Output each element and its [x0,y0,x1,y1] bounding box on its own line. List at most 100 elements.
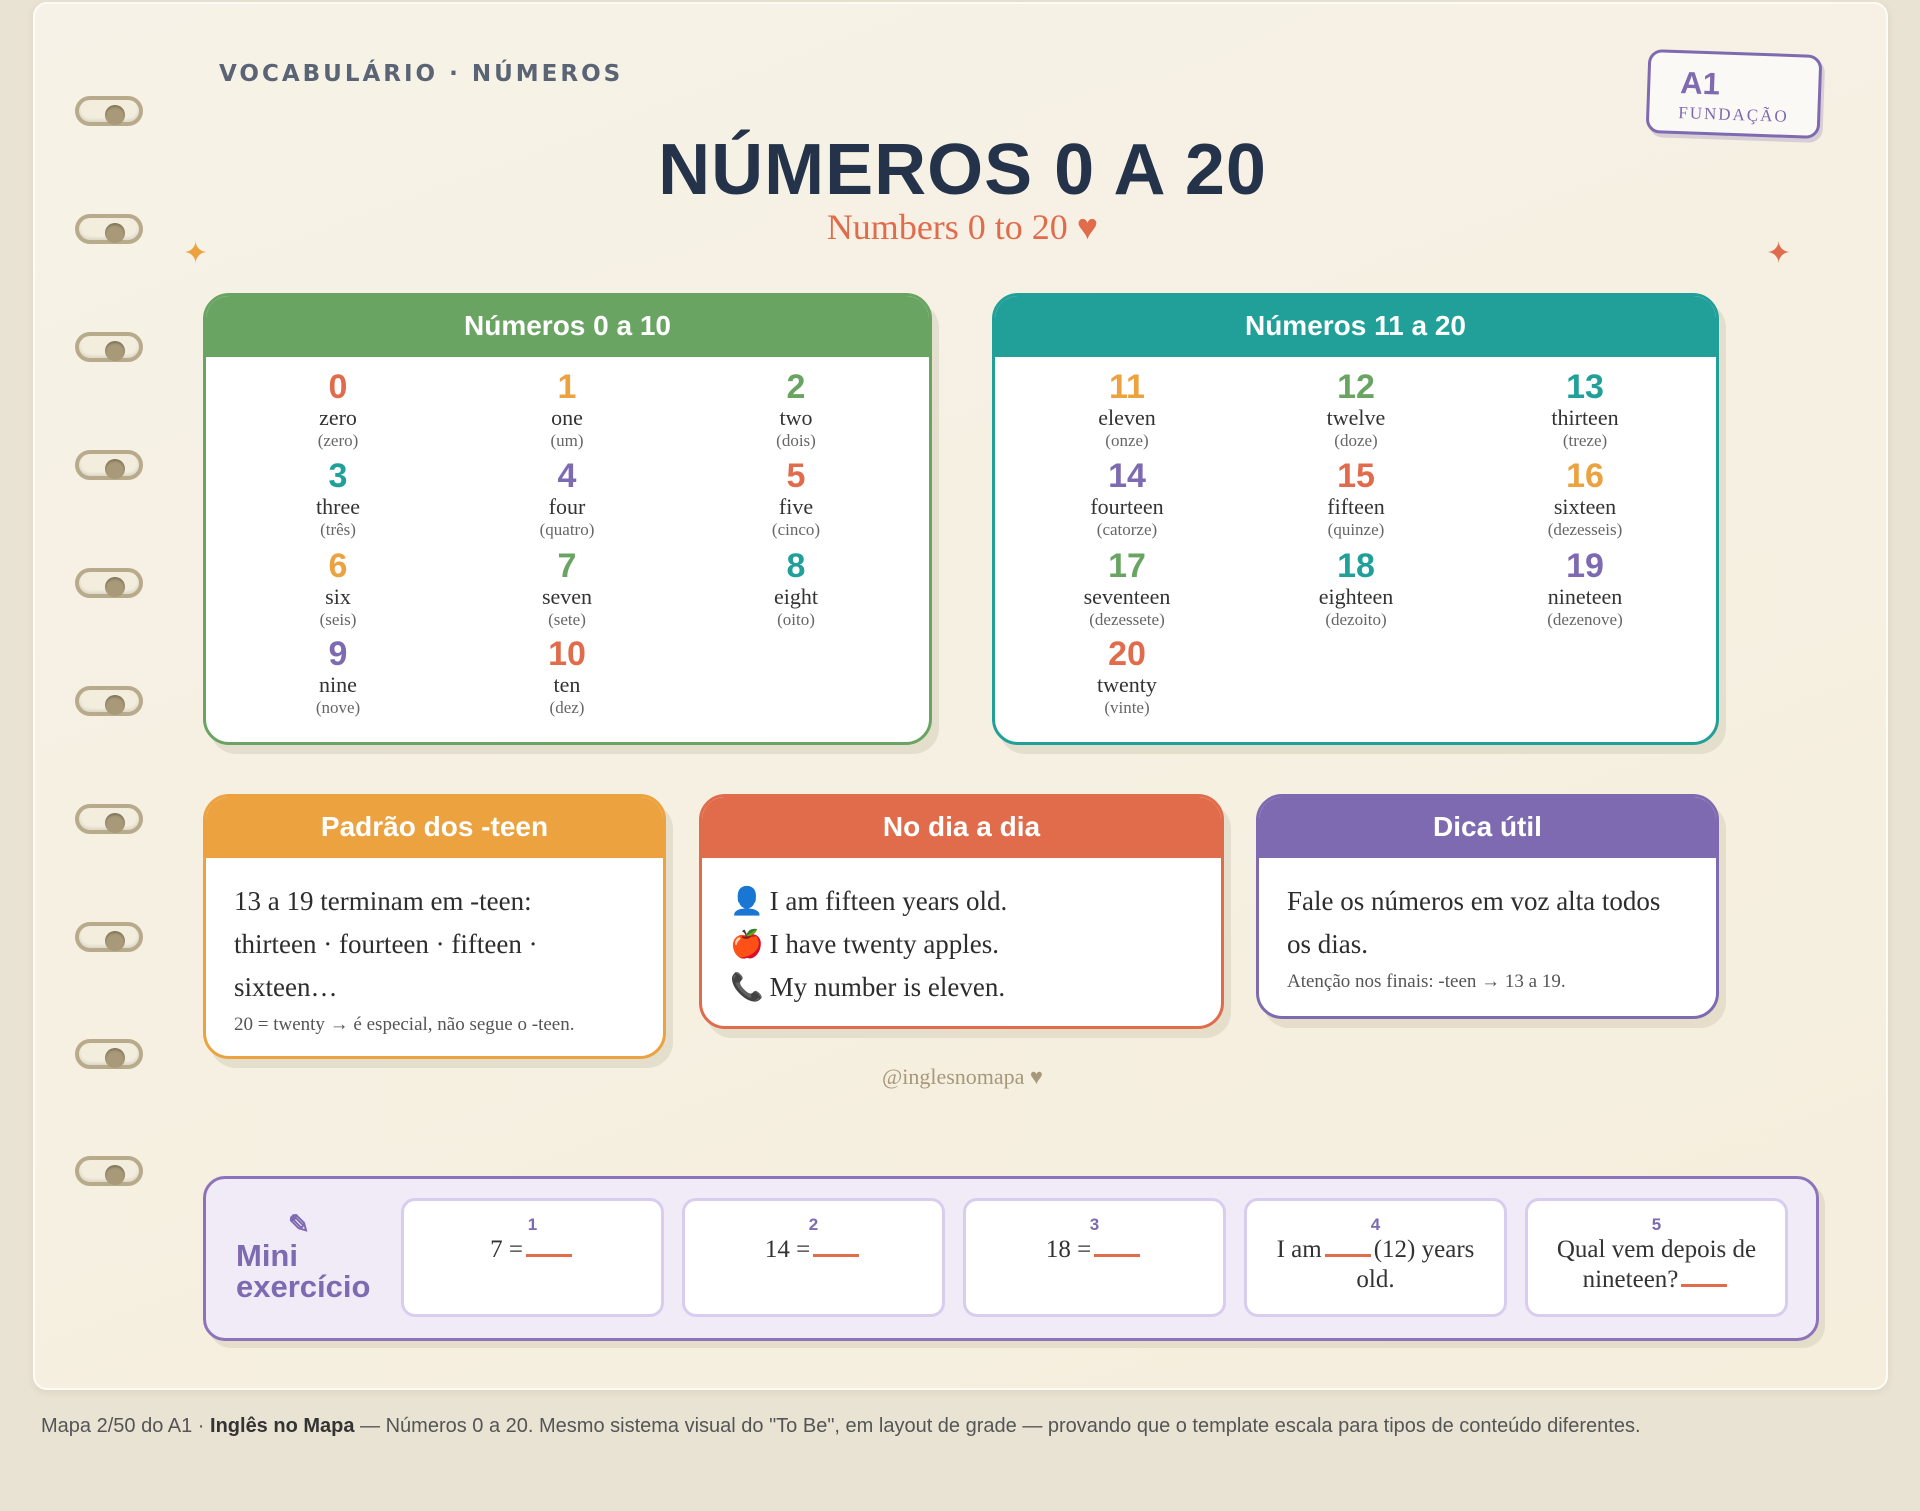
english-word: eight [774,584,818,609]
card-header: Números 0 a 10 [206,296,929,357]
english-word: fourteen [1090,494,1164,519]
number-digit: 8 [786,547,806,585]
pencil-icon: ✎ [288,1209,310,1239]
binder-ring [75,1156,143,1186]
number-digit: 20 [1108,635,1146,673]
exercise-question: 5 Qual vem depois de nineteen? [1525,1198,1788,1317]
number-cell: 19 nineteen (dezenove) [1485,548,1685,631]
number-digit: 4 [557,457,577,495]
card-text: Fale os números em voz alta todos [1287,886,1661,916]
english-word: six [325,584,351,609]
portuguese-translation: (dez) [549,698,585,717]
number-digit: 7 [557,547,577,585]
question-number: 2 [808,1215,819,1234]
portuguese-translation: (três) [320,520,356,539]
sentence-text: I have twenty apples. [769,929,1000,959]
number-cell: 1 one (um) [467,369,667,452]
number-digit: 10 [548,635,586,673]
level-name: FUNDAÇÃO [1677,103,1790,126]
question-prompt: 18 = [1045,1236,1092,1263]
ring-hole [105,931,125,951]
number-cell: 7 seven (sete) [467,548,667,631]
card-text: thirteen · fourteen · fifteen · [234,929,538,959]
binder-ring [75,922,143,952]
portuguese-translation: (treze) [1562,431,1608,450]
tip-card: Dica útil Fale os números em voz alta to… [1256,794,1719,1019]
teen-pattern-card: Padrão dos -teen 13 a 19 terminam em -te… [203,794,666,1059]
exercise-question: 4 I am (12) years old. [1244,1198,1507,1317]
question-text: 14 = [685,1235,942,1265]
exercise-label-line: exercício [236,1269,371,1304]
portuguese-translation: (nove) [315,698,361,717]
ring-hole [105,105,125,125]
english-word: nine [319,672,357,697]
level-badge: A1 FUNDAÇÃO [1645,48,1823,140]
numbers-0-10-card: Números 0 a 10 0 zero (zero) 1 one (um) 2 two (d… [203,293,932,745]
english-word: nineteen [1547,584,1623,609]
card-body: Fale os números em voz alta todos os dia… [1259,858,1716,996]
number-digit: 11 [1109,368,1145,406]
binder-ring [75,332,143,362]
question-text: 7 = [404,1235,661,1265]
number-digit: 13 [1566,368,1604,406]
answer-blank[interactable] [813,1254,860,1257]
answer-blank[interactable] [1094,1254,1141,1257]
answer-blank[interactable] [1324,1254,1371,1257]
page-caption: Mapa 2/50 do A1 · Inglês no Mapa — Númer… [41,1415,1641,1438]
portuguese-translation: (dois) [776,431,816,450]
caption-brand: Inglês no Mapa [210,1415,355,1437]
portuguese-translation: (onze) [1105,431,1149,450]
portuguese-translation: (sete) [548,610,586,629]
card-note: 20 = twenty → é especial, não segue o -t… [234,1014,575,1035]
sentence-text: I am fifteen years old. [769,886,1008,916]
card-header: Números 11 a 20 [995,296,1716,357]
number-digit: 3 [328,457,348,495]
english-word: two [779,405,813,430]
number-cell: 4 four (quatro) [467,458,667,541]
card-body: 13 a 19 terminam em -teen: thirteen · fo… [206,858,663,1039]
emoji-icon: 📞 [730,972,764,1002]
english-word: one [551,405,583,430]
number-digit: 16 [1566,457,1604,495]
english-word: eleven [1098,405,1156,430]
portuguese-translation: (oito) [777,610,815,629]
question-prompt: I am [1276,1236,1322,1263]
portuguese-translation: (dezoito) [1325,610,1387,629]
number-cell: 16 sixteen (dezesseis) [1485,458,1685,541]
english-word: fifteen [1327,494,1385,519]
number-cell: 0 zero (zero) [238,369,438,452]
question-number: 4 [1370,1215,1381,1234]
english-word: twelve [1326,405,1386,430]
english-word: sixteen [1553,494,1617,519]
portuguese-translation: (quinze) [1327,520,1385,539]
ring-hole [105,341,125,361]
question-number: 1 [527,1215,538,1234]
daily-use-card: No dia a dia 👤 I am fifteen years old. 🍎 I … [699,794,1224,1029]
number-cell: 11 eleven (onze) [1027,369,1227,452]
number-cell: 10 ten (dez) [467,636,667,719]
answer-blank[interactable] [525,1254,572,1257]
number-cell: 9 nine (nove) [238,636,438,719]
sparkle-icon: ✦ [1766,237,1792,270]
portuguese-translation: (dezesseis) [1547,520,1623,539]
author-handle: @inglesnomapa ♥ [881,1064,1043,1089]
section-kicker: VOCABULÁRIO · NÚMEROS [219,61,624,87]
english-word: thirteen [1551,405,1619,430]
number-cell: 13 thirteen (treze) [1485,369,1685,452]
ring-hole [105,1165,125,1185]
card-header: Padrão dos -teen [206,797,663,858]
answer-blank[interactable] [1681,1284,1728,1287]
portuguese-translation: (quatro) [539,520,595,539]
card-text: 13 a 19 terminam em -teen: [234,886,532,916]
number-cell: 20 twenty (vinte) [1027,636,1227,719]
number-digit: 19 [1566,547,1604,585]
number-digit: 1 [557,368,577,406]
english-word: four [548,494,586,519]
number-digit: 2 [786,368,806,406]
exercise-label: ✎ Mini exercício [236,1209,370,1302]
english-word: ten [553,672,581,697]
page-subtitle: Numbers 0 to 20 ♥ [826,207,1099,247]
question-text: Qual vem depois de nineteen? [1528,1235,1785,1295]
number-digit: 5 [786,457,806,495]
question-text: I am (12) years old. [1247,1235,1504,1295]
